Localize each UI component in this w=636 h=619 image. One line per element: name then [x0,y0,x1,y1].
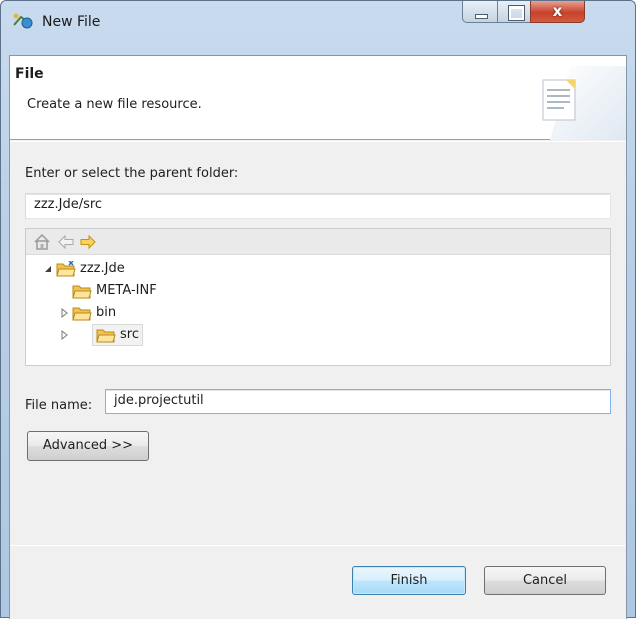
cancel-button[interactable]: Cancel [484,566,606,595]
parent-folder-input[interactable]: zzz.Jde/src [25,193,611,219]
new-file-wizard-icon [542,66,626,140]
folder-icon [72,307,92,321]
tree-node-label: bin [96,305,117,320]
banner-divider [10,141,626,142]
tree-node-label: zzz.Jde [80,261,125,276]
parent-folder-label: Enter or select the parent folder: [25,166,239,181]
file-name-input[interactable]: jde.projectutil [105,389,611,414]
tree-node-label: META-INF [96,283,157,298]
advanced-button[interactable]: Advanced >> [27,431,149,461]
home-icon[interactable] [32,232,52,252]
tree-node-project[interactable]: zzz.Jde [42,258,242,280]
finish-button[interactable]: Finish [352,566,466,595]
tree-node-meta-inf[interactable]: META-INF [58,280,258,302]
project-folder-icon [56,261,76,277]
file-name-label: File name: [25,398,93,413]
folder-icon [96,329,116,343]
forward-arrow-icon[interactable] [78,232,98,252]
window-title: New File [42,14,101,30]
collapsed-arrow-icon[interactable] [58,302,70,324]
folder-icon [72,285,92,299]
wizard-banner: File Create a new file resource. [10,56,626,140]
tree-node-bin[interactable]: bin [58,302,258,324]
button-bar-divider [10,545,626,546]
tree-toolbar [26,229,610,255]
folder-tree[interactable]: zzz.Jde META-INF bin src [25,228,611,366]
collapsed-arrow-icon[interactable] [58,324,70,346]
close-button[interactable]: x [530,1,585,23]
new-file-app-icon [13,13,33,29]
title-bar[interactable]: New File x [1,1,635,55]
close-icon: x [552,2,563,20]
back-arrow-icon[interactable] [56,232,76,252]
minimize-button[interactable] [462,1,498,23]
dialog-window: New File x File Create a new file resour… [0,0,636,619]
page-title: File [15,66,44,82]
maximize-button[interactable] [497,1,531,23]
tree-node-label-text: src [120,327,139,342]
tree-node-src[interactable]: src [58,324,258,346]
dialog-client-area: File Create a new file resource. Enter o… [9,55,627,619]
expanded-arrow-icon[interactable] [42,258,54,280]
page-description: Create a new file resource. [27,97,202,112]
